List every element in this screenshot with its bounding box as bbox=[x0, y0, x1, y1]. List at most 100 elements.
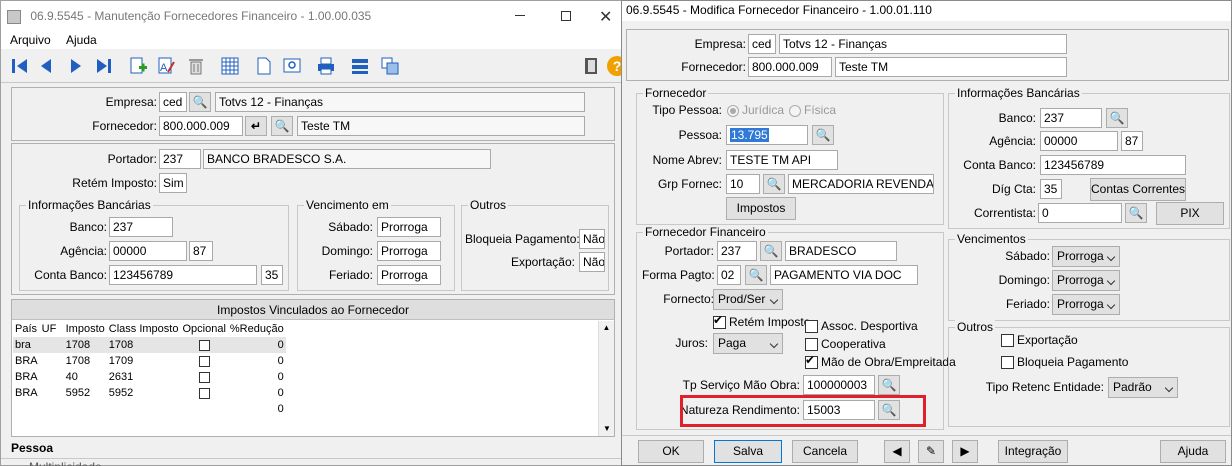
table-row[interactable]: BRA 40 2631 0 bbox=[13, 369, 286, 385]
delete-record-icon[interactable] bbox=[183, 53, 209, 79]
add-record-icon[interactable] bbox=[125, 53, 151, 79]
cooperativa-checkbox[interactable] bbox=[805, 338, 818, 351]
feriado-select[interactable]: Prorroga bbox=[1052, 294, 1120, 315]
grp-search-button[interactable]: 🔍 bbox=[763, 174, 785, 194]
grid-icon[interactable] bbox=[217, 53, 243, 79]
banco-search-button[interactable]: 🔍 bbox=[1106, 108, 1128, 128]
portador-field[interactable]: 237 bbox=[717, 241, 757, 261]
impostos-title: Impostos Vinculados ao Fornecedor bbox=[12, 300, 614, 320]
bloqueia-pagamento-checkbox[interactable] bbox=[1001, 356, 1014, 369]
cell-opcional[interactable] bbox=[180, 369, 227, 385]
agencia-dv-field[interactable]: 87 bbox=[1121, 131, 1143, 151]
next-button[interactable]: ▶ bbox=[952, 440, 978, 463]
tipo-retenc-select[interactable]: Padrão bbox=[1108, 377, 1178, 398]
pessoa-search-button[interactable]: 🔍 bbox=[812, 125, 834, 145]
impostos-button[interactable]: Impostos bbox=[726, 197, 796, 220]
print-icon[interactable] bbox=[313, 53, 339, 79]
fornecedor-name-field: Teste TM bbox=[297, 116, 585, 136]
contas-correntes-button[interactable]: Contas Correntes bbox=[1090, 178, 1186, 201]
pix-button[interactable]: PIX bbox=[1156, 202, 1224, 225]
close-button[interactable]: ✕ bbox=[599, 7, 612, 27]
fornecedor-go-button[interactable]: ↵ bbox=[245, 116, 267, 136]
banco-label: Banco: bbox=[69, 220, 107, 234]
menu-arquivo[interactable]: Arquivo bbox=[10, 33, 51, 47]
empresa-search-button[interactable]: 🔍 bbox=[189, 92, 211, 112]
banco-field[interactable]: 237 bbox=[1040, 108, 1102, 128]
edit-record-icon[interactable]: A bbox=[153, 53, 179, 79]
scroll-down-icon[interactable]: ▼ bbox=[599, 422, 615, 436]
tipo-retenc-label: Tipo Retenc Entidade: bbox=[985, 380, 1104, 394]
fornecedor-search-button[interactable]: 🔍 bbox=[271, 116, 293, 136]
prev-record-icon[interactable] bbox=[33, 53, 59, 79]
grp-fornec-field[interactable]: 10 bbox=[726, 174, 760, 194]
tool-button[interactable]: ✎ bbox=[918, 440, 944, 463]
cell-opcional[interactable] bbox=[180, 385, 227, 401]
juros-select[interactable]: Paga bbox=[713, 333, 783, 354]
table-row[interactable]: BRA 5952 5952 0 bbox=[13, 385, 286, 401]
checkbox[interactable] bbox=[198, 371, 210, 383]
table-row[interactable]: 0 bbox=[13, 401, 286, 417]
assoc-desportiva-checkbox[interactable] bbox=[805, 320, 818, 333]
minimize-button[interactable] bbox=[515, 15, 525, 16]
maximize-button[interactable] bbox=[561, 11, 571, 21]
copy-icon[interactable] bbox=[377, 53, 403, 79]
pessoa-field[interactable]: 13.795 bbox=[726, 125, 808, 145]
ajuda-button[interactable]: Ajuda bbox=[1160, 440, 1226, 463]
last-record-icon[interactable] bbox=[91, 53, 117, 79]
retem-imposto-checkbox[interactable]: ✔ bbox=[713, 313, 726, 329]
integracao-button[interactable]: Integração bbox=[998, 440, 1068, 463]
table-row[interactable]: bra 1708 1708 0 bbox=[13, 337, 286, 353]
cancela-button[interactable]: Cancela bbox=[792, 440, 858, 463]
cell-opcional[interactable] bbox=[180, 353, 227, 369]
exportacao-checkbox[interactable] bbox=[1001, 334, 1014, 347]
bottom-tab-cut[interactable]: Multiplicidade bbox=[29, 461, 102, 466]
col-uf: UF bbox=[41, 323, 57, 335]
tp-search-button[interactable]: 🔍 bbox=[878, 375, 900, 395]
first-record-icon[interactable] bbox=[7, 53, 33, 79]
juros-label: Juros: bbox=[675, 336, 708, 350]
forma-pagto-name: PAGAMENTO VIA DOC bbox=[770, 265, 918, 285]
prev-button[interactable]: ◀ bbox=[884, 440, 910, 463]
salva-button[interactable]: Salva bbox=[714, 440, 782, 463]
radio-juridica[interactable] bbox=[727, 105, 739, 117]
impostos-scrollbar[interactable]: ▲ ▼ bbox=[598, 321, 614, 436]
exit-door-icon[interactable] bbox=[579, 53, 605, 79]
correntista-field[interactable]: 0 bbox=[1038, 203, 1122, 223]
table-row[interactable]: BRA 1708 1709 0 bbox=[13, 353, 286, 369]
forma-pagto-field[interactable]: 02 bbox=[717, 265, 741, 285]
check-icon: ✔ bbox=[713, 313, 724, 327]
correntista-search-button[interactable]: 🔍 bbox=[1125, 203, 1147, 223]
cell-reducao: 0 bbox=[277, 355, 284, 367]
portador-search-button[interactable]: 🔍 bbox=[760, 241, 782, 261]
agencia-label: Agência: bbox=[989, 134, 1036, 148]
empresa-code-field[interactable]: ced bbox=[159, 92, 187, 112]
banco-field: 237 bbox=[109, 217, 173, 237]
tp-servico-label: Tp Serviço Mão Obra: bbox=[682, 378, 800, 392]
sabado-select[interactable]: Prorroga bbox=[1052, 246, 1120, 267]
next-record-icon[interactable] bbox=[63, 53, 89, 79]
radio-fisica[interactable] bbox=[789, 105, 801, 117]
ok-button[interactable]: OK bbox=[638, 440, 704, 463]
scroll-up-icon[interactable]: ▲ bbox=[599, 321, 614, 335]
dig-cta-field[interactable]: 35 bbox=[1040, 179, 1062, 199]
query-icon[interactable] bbox=[347, 53, 373, 79]
tp-servico-field[interactable]: 100000003 bbox=[803, 375, 875, 395]
nome-abrev-field[interactable]: TESTE TM API bbox=[726, 150, 838, 170]
fornecedor-code-field[interactable]: 800.000.009 bbox=[159, 116, 243, 136]
domingo-select[interactable]: Prorroga bbox=[1052, 270, 1120, 291]
cell-opcional[interactable] bbox=[180, 337, 227, 353]
preview-icon[interactable] bbox=[279, 53, 305, 79]
checkbox[interactable] bbox=[198, 355, 210, 367]
document-icon[interactable] bbox=[251, 53, 277, 79]
checkbox[interactable] bbox=[198, 339, 210, 351]
bottom-tab-pessoa[interactable]: Pessoa bbox=[11, 441, 53, 455]
menu-ajuda[interactable]: Ajuda bbox=[66, 33, 97, 47]
mao-obra-checkbox[interactable]: ✔ bbox=[805, 353, 818, 369]
fornecto-select[interactable]: Prod/Ser bbox=[713, 289, 783, 310]
agencia-label: Agência: bbox=[60, 244, 107, 258]
conta-field[interactable]: 123456789 bbox=[1040, 155, 1186, 175]
agencia-field[interactable]: 00000 bbox=[1040, 131, 1118, 151]
checkbox[interactable] bbox=[198, 387, 210, 399]
magnifier-icon: 🔍 bbox=[1128, 206, 1144, 220]
forma-search-button[interactable]: 🔍 bbox=[745, 265, 767, 285]
